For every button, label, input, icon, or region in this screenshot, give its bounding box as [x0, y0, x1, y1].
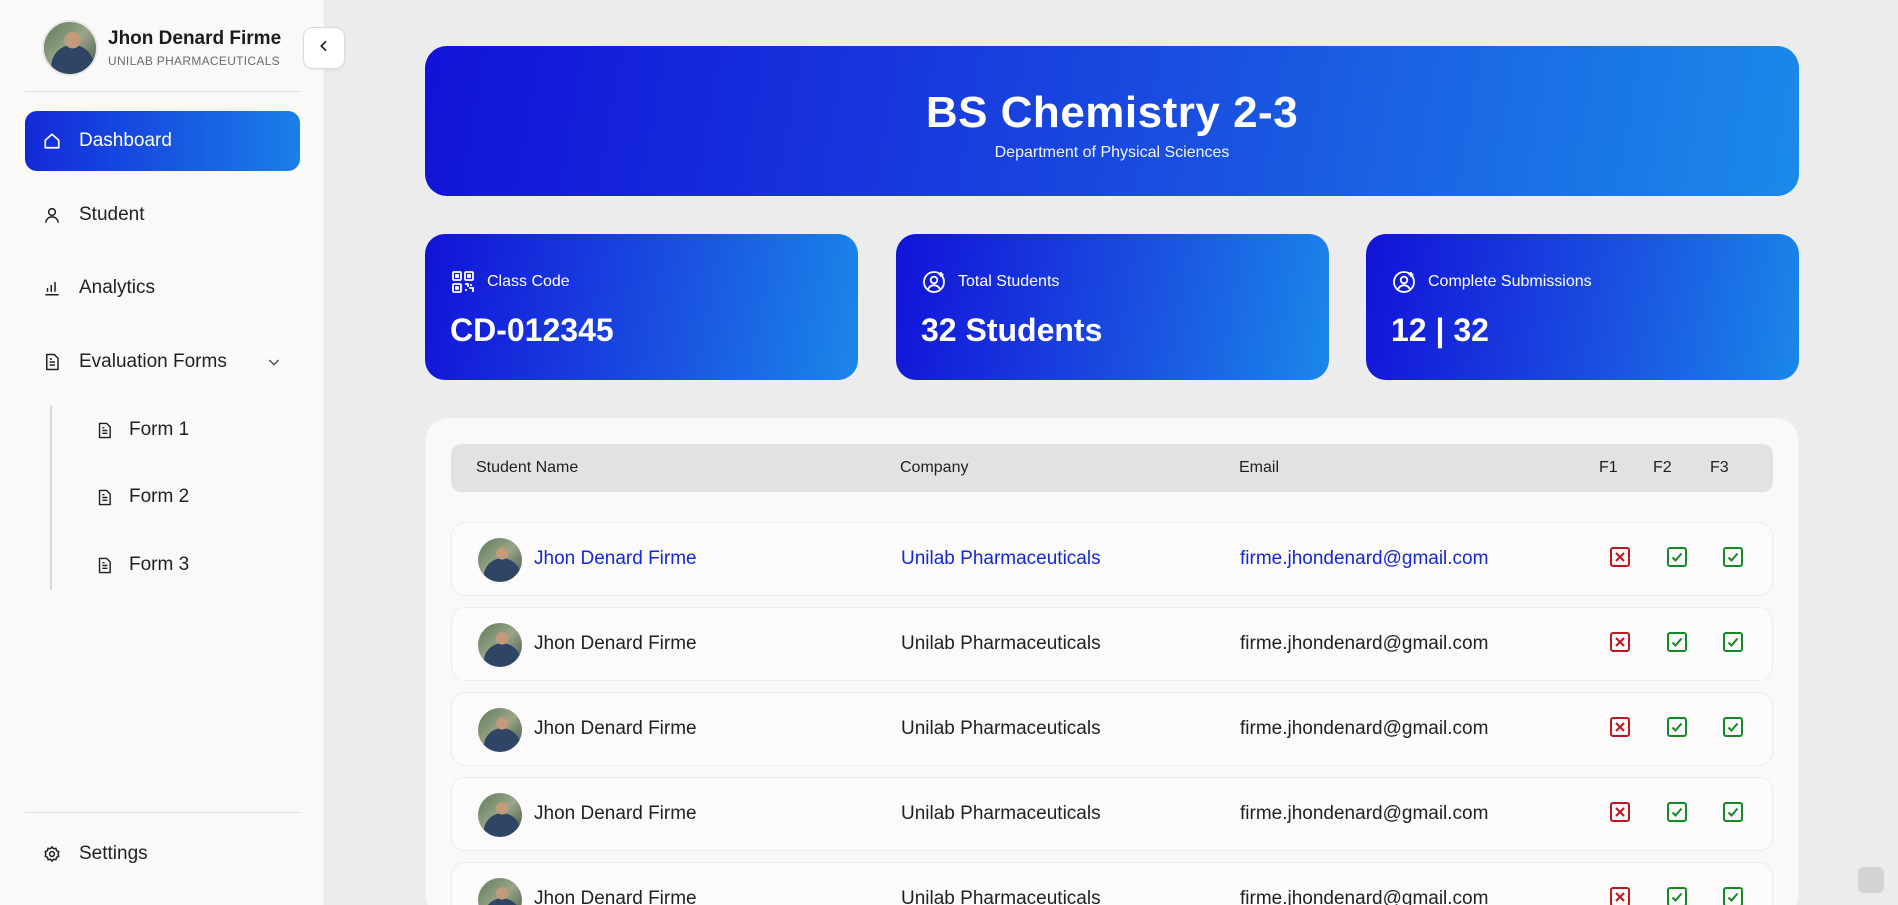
column-header-f3[interactable]: F3: [1710, 459, 1729, 477]
sidebar-item-label: Analytics: [79, 277, 156, 298]
x-icon[interactable]: [1610, 802, 1630, 822]
assistant-icon[interactable]: [1858, 867, 1884, 893]
divider: [25, 91, 300, 92]
user-plus-icon: [922, 270, 946, 294]
sidebar-item-form-1[interactable]: Form 1: [95, 415, 189, 445]
sidebar-item-dashboard[interactable]: Dashboard: [25, 111, 300, 171]
student-name[interactable]: Jhon Denard Firme: [534, 888, 697, 905]
sidebar-item-label: Settings: [79, 843, 148, 864]
user-profile[interactable]: Jhon Denard Firme UNILAB PHARMACEUTICALS: [42, 20, 281, 76]
check-icon[interactable]: [1723, 547, 1743, 567]
column-header-company[interactable]: Company: [900, 459, 968, 477]
student-email[interactable]: firme.jhondenard@gmail.com: [1240, 633, 1488, 655]
table-row[interactable]: Jhon Denard Firme Unilab Pharmaceuticals f…: [451, 862, 1773, 905]
student-name[interactable]: Jhon Denard Firme: [534, 548, 697, 570]
profile-name: Jhon Denard Firme: [108, 28, 282, 49]
document-icon: [95, 556, 113, 574]
page-title: BS Chemistry 2-3: [925, 88, 1299, 137]
sidebar: Jhon Denard Firme UNILAB PHARMACEUTICALS…: [0, 0, 325, 905]
students-table: Student Name Company Email F1 F2 F3 Jhon…: [425, 418, 1799, 905]
avatar: [478, 708, 522, 752]
student-email[interactable]: firme.jhondenard@gmail.com: [1240, 718, 1488, 740]
collapse-sidebar-button[interactable]: [303, 27, 345, 69]
total-students-card: Total Students 32 Students: [896, 234, 1329, 380]
submenu-line: [50, 405, 52, 590]
profile-company: UNILAB PHARMACEUTICALS: [108, 54, 280, 68]
bar-chart-icon: [43, 279, 61, 297]
sidebar-item-evaluation-forms[interactable]: Evaluation Forms: [25, 332, 300, 392]
check-icon[interactable]: [1723, 802, 1743, 822]
sidebar-item-label: Evaluation Forms: [79, 351, 227, 372]
sidebar-item-label: Form 1: [129, 419, 190, 440]
student-company: Unilab Pharmaceuticals: [901, 718, 1101, 739]
sidebar-item-student[interactable]: Student: [25, 185, 300, 245]
student-company: Unilab Pharmaceuticals: [901, 548, 1101, 569]
avatar: [42, 20, 98, 76]
student-company: Unilab Pharmaceuticals: [901, 888, 1101, 905]
student-name[interactable]: Jhon Denard Firme: [534, 633, 697, 655]
student-name[interactable]: Jhon Denard Firme: [534, 718, 697, 740]
chevron-left-icon: [316, 38, 332, 59]
x-icon[interactable]: [1610, 717, 1630, 737]
user-plus-icon: [1392, 270, 1416, 294]
chevron-down-icon[interactable]: [266, 354, 282, 376]
card-label: Complete Submissions: [1428, 273, 1592, 290]
user-icon: [43, 206, 61, 224]
sidebar-item-form-3[interactable]: Form 3: [95, 550, 189, 580]
x-icon[interactable]: [1610, 887, 1630, 905]
student-name[interactable]: Jhon Denard Firme: [534, 803, 697, 825]
sidebar-item-label: Student: [79, 204, 145, 225]
sidebar-item-settings[interactable]: Settings: [25, 824, 300, 884]
sidebar-item-label: Form 2: [129, 486, 190, 507]
avatar: [478, 793, 522, 837]
check-icon[interactable]: [1667, 632, 1687, 652]
card-label: Class Code: [487, 273, 570, 290]
sidebar-item-analytics[interactable]: Analytics: [25, 258, 300, 318]
gear-icon: [43, 845, 61, 863]
avatar: [478, 538, 522, 582]
table-row[interactable]: Jhon Denard Firme Unilab Pharmaceuticals f…: [451, 522, 1773, 596]
sidebar-item-label: Dashboard: [79, 130, 172, 151]
check-icon[interactable]: [1723, 887, 1743, 905]
check-icon[interactable]: [1723, 717, 1743, 737]
column-header-f2[interactable]: F2: [1653, 459, 1672, 477]
table-row[interactable]: Jhon Denard Firme Unilab Pharmaceuticals f…: [451, 607, 1773, 681]
table-row[interactable]: Jhon Denard Firme Unilab Pharmaceuticals f…: [451, 777, 1773, 851]
home-icon: [43, 132, 61, 150]
column-header-f1[interactable]: F1: [1599, 459, 1618, 477]
x-icon[interactable]: [1610, 632, 1630, 652]
check-icon[interactable]: [1667, 887, 1687, 905]
student-company: Unilab Pharmaceuticals: [901, 803, 1101, 824]
document-icon: [95, 488, 113, 506]
qr-code-icon: [451, 270, 475, 294]
card-label: Total Students: [958, 273, 1060, 290]
document-icon: [95, 421, 113, 439]
class-banner: BS Chemistry 2-3 Department of Physical …: [425, 46, 1799, 196]
avatar: [478, 878, 522, 905]
sidebar-item-label: Form 3: [129, 554, 190, 575]
table-row[interactable]: Jhon Denard Firme Unilab Pharmaceuticals f…: [451, 692, 1773, 766]
column-header-email[interactable]: Email: [1239, 459, 1279, 477]
divider: [25, 812, 300, 813]
card-value: CD-012345: [450, 312, 614, 348]
student-company: Unilab Pharmaceuticals: [901, 633, 1101, 654]
check-icon[interactable]: [1723, 632, 1743, 652]
sidebar-item-form-2[interactable]: Form 2: [95, 482, 189, 512]
avatar: [478, 623, 522, 667]
table-header: Student Name Company Email F1 F2 F3: [451, 444, 1773, 492]
page-subtitle: Department of Physical Sciences: [994, 144, 1230, 161]
card-value: 32 Students: [921, 312, 1103, 348]
check-icon[interactable]: [1667, 717, 1687, 737]
class-code-card: Class Code CD-012345: [425, 234, 858, 380]
student-email[interactable]: firme.jhondenard@gmail.com: [1240, 888, 1488, 905]
student-email[interactable]: firme.jhondenard@gmail.com: [1240, 548, 1488, 570]
student-email[interactable]: firme.jhondenard@gmail.com: [1240, 803, 1488, 825]
check-icon[interactable]: [1667, 802, 1687, 822]
document-icon: [43, 353, 61, 371]
x-icon[interactable]: [1610, 547, 1630, 567]
card-value: 12 | 32: [1391, 312, 1489, 348]
complete-submissions-card: Complete Submissions 12 | 32: [1366, 234, 1799, 380]
column-header-student-name[interactable]: Student Name: [476, 459, 578, 477]
check-icon[interactable]: [1667, 547, 1687, 567]
